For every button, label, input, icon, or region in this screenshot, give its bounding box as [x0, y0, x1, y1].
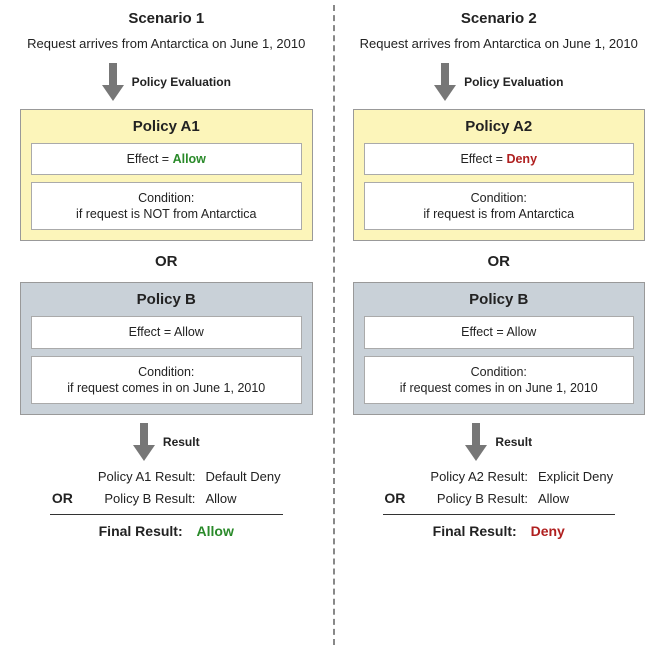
- scenario-1-results-or: OR: [52, 490, 88, 506]
- scenario-1-results-divider: [50, 514, 283, 515]
- policy-a1-effect-prefix: Effect =: [127, 152, 173, 166]
- scenario-1-eval-label: Policy Evaluation: [132, 75, 231, 89]
- policy-b1-title: Policy B: [31, 291, 302, 308]
- scenario-1-results: Policy A1 Result: Default Deny OR Policy…: [20, 469, 313, 539]
- policy-b2-effect: Effect = Allow: [364, 316, 635, 348]
- policy-b2-condition: Condition: if request comes in on June 1…: [364, 356, 635, 405]
- scenario-2-final-value: Deny: [531, 523, 565, 539]
- policy-a2-effect: Effect = Deny: [364, 143, 635, 175]
- scenario-1: Scenario 1 Request arrives from Antarcti…: [0, 0, 333, 650]
- policy-a1-title: Policy A1: [31, 118, 302, 135]
- scenario-2-eval-label: Policy Evaluation: [464, 75, 563, 89]
- result-b2-label: Policy B Result:: [430, 491, 528, 506]
- policy-b1-effect-prefix: Effect =: [129, 325, 174, 339]
- scenario-2-request: Request arrives from Antarctica on June …: [360, 35, 638, 53]
- scenario-2-result-arrow-row: Result: [465, 423, 532, 461]
- scenario-2-results-table: Policy A2 Result: Explicit Deny OR Polic…: [353, 469, 646, 512]
- scenario-1-result-arrow-row: Result: [133, 423, 200, 461]
- scenario-2-final: Final Result: Deny: [353, 523, 646, 539]
- policy-a2-effect-prefix: Effect =: [460, 152, 506, 166]
- scenario-1-final: Final Result: Allow: [20, 523, 313, 539]
- policy-b2-effect-value: Allow: [506, 325, 536, 339]
- scenario-2: Scenario 2 Request arrives from Antarcti…: [333, 0, 665, 650]
- scenario-1-or: OR: [155, 253, 178, 270]
- policy-a1-condition: Condition: if request is NOT from Antarc…: [31, 182, 302, 231]
- arrow-down-icon: [102, 63, 124, 101]
- scenario-1-results-table: Policy A1 Result: Default Deny OR Policy…: [20, 469, 313, 512]
- policy-a1-box: Policy A1 Effect = Allow Condition: if r…: [20, 109, 313, 242]
- policy-a2-effect-value: Deny: [506, 152, 537, 166]
- policy-b1-effect-value: Allow: [174, 325, 204, 339]
- result-b1-label: Policy B Result:: [98, 491, 196, 506]
- result-a2-label: Policy A2 Result:: [430, 469, 528, 484]
- scenario-2-result-label: Result: [495, 435, 532, 449]
- scenario-1-final-value: Allow: [197, 523, 234, 539]
- arrow-down-icon: [465, 423, 487, 461]
- scenario-2-eval-arrow-row: Policy Evaluation: [434, 63, 563, 101]
- policy-b2-box: Policy B Effect = Allow Condition: if re…: [353, 282, 646, 415]
- diagram-container: Scenario 1 Request arrives from Antarcti…: [0, 0, 665, 650]
- policy-b2-effect-prefix: Effect =: [461, 325, 506, 339]
- scenario-1-request: Request arrives from Antarctica on June …: [27, 35, 305, 53]
- policy-a1-effect: Effect = Allow: [31, 143, 302, 175]
- scenario-2-results: Policy A2 Result: Explicit Deny OR Polic…: [353, 469, 646, 539]
- result-b1-value: Allow: [205, 491, 280, 506]
- scenario-1-result-label: Result: [163, 435, 200, 449]
- policy-b1-box: Policy B Effect = Allow Condition: if re…: [20, 282, 313, 415]
- scenario-2-results-or: OR: [384, 490, 420, 506]
- scenario-1-title: Scenario 1: [128, 10, 204, 27]
- scenario-1-final-label: Final Result:: [99, 523, 183, 539]
- policy-a1-effect-value: Allow: [173, 152, 206, 166]
- scenario-2-title: Scenario 2: [461, 10, 537, 27]
- result-b2-value: Allow: [538, 491, 613, 506]
- arrow-down-icon: [133, 423, 155, 461]
- policy-a2-condition: Condition: if request is from Antarctica: [364, 182, 635, 231]
- scenario-1-eval-arrow-row: Policy Evaluation: [102, 63, 231, 101]
- policy-b2-title: Policy B: [364, 291, 635, 308]
- result-a2-value: Explicit Deny: [538, 469, 613, 484]
- policy-b1-effect: Effect = Allow: [31, 316, 302, 348]
- result-a1-value: Default Deny: [205, 469, 280, 484]
- center-divider: [333, 5, 335, 645]
- policy-b1-condition: Condition: if request comes in on June 1…: [31, 356, 302, 405]
- scenario-2-final-label: Final Result:: [433, 523, 517, 539]
- result-a1-label: Policy A1 Result:: [98, 469, 196, 484]
- policy-a2-box: Policy A2 Effect = Deny Condition: if re…: [353, 109, 646, 242]
- scenario-2-results-divider: [383, 514, 616, 515]
- policy-a2-title: Policy A2: [364, 118, 635, 135]
- scenario-2-or: OR: [488, 253, 511, 270]
- arrow-down-icon: [434, 63, 456, 101]
